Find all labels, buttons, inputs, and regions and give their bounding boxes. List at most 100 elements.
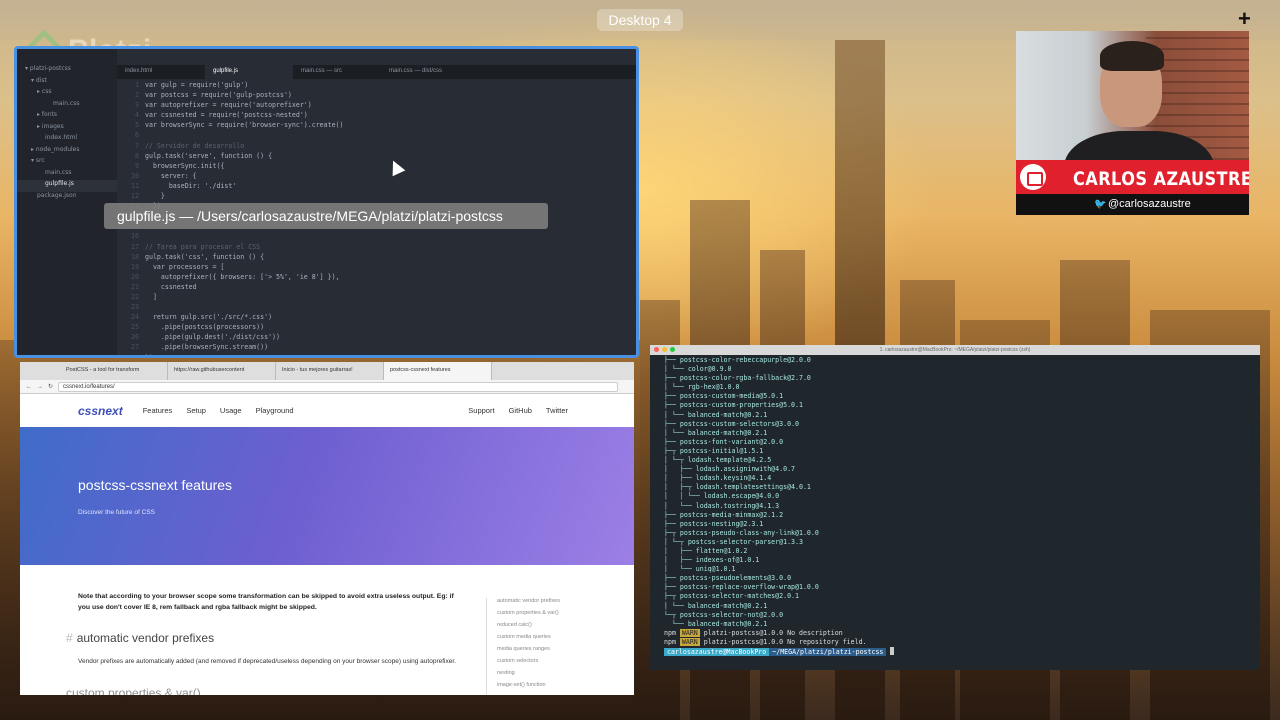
code-line[interactable] (145, 303, 344, 313)
terminal-line: ├── postcss-font-variant@2.0.0 (664, 437, 784, 446)
code-line[interactable]: gulp.task('css', function () { (145, 253, 344, 263)
line-number: 9 (135, 161, 139, 170)
browser-tab[interactable]: Inicio - tus mejores guitarras! (276, 362, 384, 380)
nav-link-support[interactable]: Support (468, 406, 494, 415)
tree-item[interactable]: ▾ platzi-postcss (17, 65, 117, 77)
tree-item[interactable]: ▸ images (17, 123, 117, 135)
close-dot-icon[interactable] (654, 347, 659, 352)
code-line[interactable]: // Servidor de desarrollo (145, 142, 344, 152)
terminal-window[interactable]: 1. carlosazaustre@MacBookPro: ~/MEGA/pla… (650, 345, 1260, 670)
nav-link-usage[interactable]: Usage (220, 406, 242, 415)
terminal-titlebar: 1. carlosazaustre@MacBookPro: ~/MEGA/pla… (650, 345, 1260, 355)
window-controls (654, 347, 675, 352)
terminal-line: ├── postcss-pseudoelements@3.0.0 (664, 574, 792, 583)
toc-link[interactable]: media queries ranges (497, 646, 594, 658)
code-line[interactable] (145, 232, 344, 242)
code-line[interactable]: .pipe(postcss(processors)) (145, 323, 344, 333)
browser-tab[interactable]: https://raw.githubusercontent (168, 362, 276, 380)
tree-item[interactable]: package.json (17, 192, 117, 204)
tree-item[interactable]: main.css (17, 169, 117, 181)
code-line[interactable]: cssnested (145, 283, 344, 293)
shell-prompt[interactable]: carlosazaustre@MacBookPro ~/MEGA/platzi/p… (664, 647, 1260, 656)
nav-link-setup[interactable]: Setup (186, 406, 206, 415)
editor-tab[interactable]: main.css — src (293, 65, 381, 79)
browser-tab-bar: PostCSS - a tool for transform https://r… (20, 362, 634, 380)
line-number: 16 (131, 232, 139, 241)
tree-item[interactable]: ▾ src (17, 157, 117, 169)
browser-window[interactable]: PostCSS - a tool for transform https://r… (20, 362, 634, 695)
code-line[interactable]: .pipe(browserSync.stream()) (145, 343, 344, 353)
terminal-line: └─┬ postcss-selector-not@2.0.0 (664, 610, 784, 619)
toc-link[interactable]: custom properties & var() (497, 610, 594, 622)
section-paragraph: Vendor prefixes are automatically added … (78, 658, 456, 665)
code-editor-window[interactable]: ▾ platzi-postcss ▾ dist ▸ css main.css ▸… (14, 46, 639, 358)
toc-link[interactable]: custom selectors (497, 658, 594, 670)
code-line[interactable]: .pipe(gulp.dest('./dist/css')) (145, 333, 344, 343)
tree-item[interactable]: index.html (17, 134, 117, 146)
code-line[interactable]: autoprefixer({ browsers: ['> 5%', 'ie 8'… (145, 273, 344, 283)
zoom-dot-icon[interactable] (670, 347, 675, 352)
code-line[interactable]: var gulp = require('gulp') (145, 81, 344, 91)
toc-link[interactable]: automatic vendor prefixes (497, 598, 594, 610)
code-line[interactable]: var cssnested = require('postcss-nested'… (145, 111, 344, 121)
text-cursor (890, 647, 895, 655)
tree-item[interactable]: main.css (17, 100, 117, 112)
code-line[interactable]: var postcss = require('gulp-postcss') (145, 91, 344, 101)
tree-item[interactable]: ▸ css (17, 88, 117, 100)
line-number: 12 (131, 192, 139, 201)
toc-link[interactable]: custom media queries (497, 634, 594, 646)
reload-icon[interactable]: ↻ (48, 383, 53, 390)
nav-link-github[interactable]: GitHub (509, 406, 532, 415)
minimize-dot-icon[interactable] (662, 347, 667, 352)
line-number: 23 (131, 303, 139, 312)
browser-tab-active[interactable]: postcss-cssnext features (384, 362, 492, 380)
next-section-heading: custom properties & var() (66, 686, 201, 695)
code-line[interactable]: server: { (145, 172, 344, 182)
code-line[interactable]: var autoprefixer = require('autoprefixer… (145, 101, 344, 111)
code-line[interactable]: return gulp.src('./src/*.css') (145, 313, 344, 323)
code-line[interactable]: // Tarea para procesar el CSS (145, 243, 344, 253)
tree-item-gulpfile[interactable]: gulpfile.js (17, 180, 117, 192)
npm-label: npm (664, 637, 680, 646)
warn-text: platzi-postcss@1.0.0 No description (699, 628, 843, 637)
cssnext-logo[interactable]: cssnext (78, 404, 123, 418)
code-line[interactable]: ] (145, 293, 344, 303)
address-bar[interactable]: cssnext.io/features/ (58, 381, 619, 392)
terminal-line: │ └── balanced-match@0.2.1 (664, 428, 768, 437)
code-line[interactable]: gulp.task('serve', function () { (145, 152, 344, 162)
site-header: cssnext Features Setup Usage Playground … (20, 394, 634, 427)
code-line[interactable]: }) (145, 354, 344, 355)
editor-tab[interactable]: main.css — dist/css (381, 65, 469, 79)
editor-tab-active[interactable]: gulpfile.js (205, 65, 293, 79)
back-arrow-icon[interactable]: ← (26, 384, 32, 390)
editor-tab[interactable]: index.html (117, 65, 205, 79)
tree-item[interactable]: ▾ dist (17, 77, 117, 89)
forward-arrow-icon[interactable]: → (37, 384, 43, 390)
code-line[interactable]: } (145, 192, 344, 202)
terminal-line: │ ├── lodash.keysin@4.1.4 (664, 474, 772, 483)
terminal-line: │ └── balanced-match@0.2.1 (664, 410, 768, 419)
browser-tab[interactable]: PostCSS - a tool for transform (60, 362, 168, 380)
toc-link[interactable]: reduced calc() (497, 622, 594, 634)
add-desktop-icon[interactable]: + (1238, 8, 1251, 30)
nav-link-playground[interactable]: Playground (256, 406, 294, 415)
code-line[interactable]: baseDir: './dist' (145, 182, 344, 192)
desktop-4-label[interactable]: Desktop 4 (597, 9, 683, 31)
npm-warn-line: npm WARN platzi-postcss@1.0.0 No reposit… (664, 637, 1260, 647)
terminal-line: │ ├── lodash.assigninwith@4.0.7 (664, 465, 796, 474)
toc-link[interactable]: image-set() function (497, 682, 594, 694)
code-line[interactable]: var processors = [ (145, 263, 344, 273)
nav-link-features[interactable]: Features (143, 406, 173, 415)
tree-item[interactable]: ▸ fonts (17, 111, 117, 123)
warn-text: platzi-postcss@1.0.0 No repository field… (699, 637, 867, 646)
code-line[interactable]: var browserSync = require('browser-sync'… (145, 121, 344, 131)
nav-link-twitter[interactable]: Twitter (546, 406, 568, 415)
code-line[interactable]: browserSync.init({ (145, 162, 344, 172)
code-line[interactable] (145, 131, 344, 141)
line-number: 17 (131, 242, 139, 251)
toc-link[interactable]: nesting (497, 670, 594, 682)
anchor-hash[interactable]: # (66, 631, 73, 645)
tree-item[interactable]: ▸ node_modules (17, 146, 117, 158)
line-number: 28 (131, 353, 139, 358)
twitter-icon: 🐦 (1094, 199, 1107, 210)
